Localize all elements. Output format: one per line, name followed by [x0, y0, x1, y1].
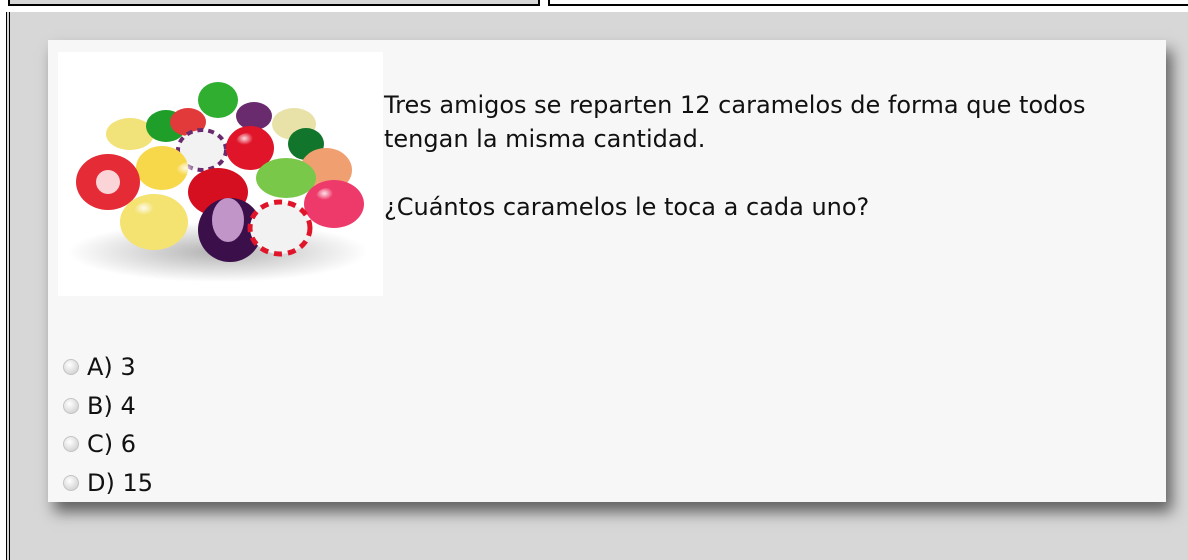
- question-prompt: ¿Cuántos caramelos le toca a cada uno?: [384, 193, 870, 221]
- candy-pile-image: [58, 52, 383, 296]
- option-c[interactable]: C) 6: [63, 425, 153, 464]
- radio-button-option-d[interactable]: [63, 474, 79, 491]
- radio-button-option-c[interactable]: [63, 436, 79, 453]
- question-text: Tres amigos se reparten 12 caramelos de …: [384, 88, 1154, 224]
- candy-illustration: [68, 82, 368, 282]
- option-b[interactable]: B) 4: [63, 387, 153, 426]
- top-right-pane: [548, 0, 1188, 6]
- answer-options: A) 3 B) 4 C) 6 D) 15: [63, 348, 153, 502]
- radio-button-option-a[interactable]: [63, 359, 79, 376]
- option-d[interactable]: D) 15: [63, 464, 153, 503]
- option-a[interactable]: A) 3: [63, 348, 153, 387]
- option-b-label: B) 4: [87, 391, 136, 420]
- question-card: Tres amigos se reparten 12 caramelos de …: [48, 40, 1166, 502]
- radio-button-option-b[interactable]: [63, 397, 79, 414]
- question-statement: Tres amigos se reparten 12 caramelos de …: [384, 91, 1086, 153]
- option-a-label: A) 3: [87, 353, 136, 382]
- top-left-pane: [8, 0, 540, 6]
- option-c-label: C) 6: [87, 430, 137, 459]
- option-d-label: D) 15: [87, 468, 154, 497]
